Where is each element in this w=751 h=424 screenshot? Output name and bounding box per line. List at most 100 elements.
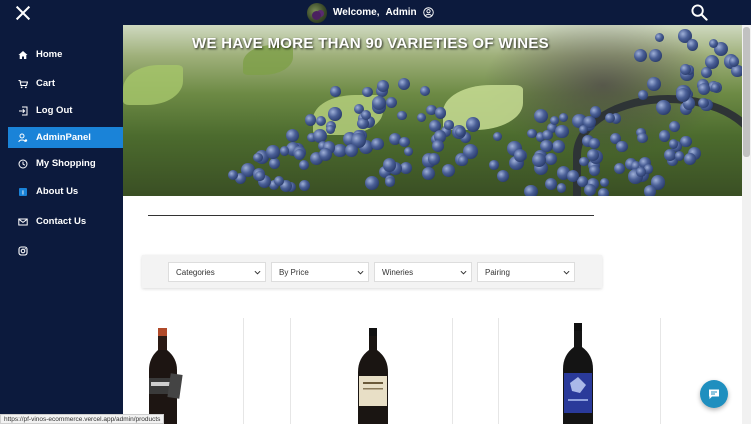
chevron-down-icon xyxy=(460,270,467,275)
product-image-wine-bottle[interactable] xyxy=(353,328,393,424)
user-name: Admin xyxy=(385,7,417,18)
categories-select[interactable]: Categories xyxy=(168,262,266,282)
grape-berry xyxy=(328,107,342,121)
grape-berry xyxy=(299,180,311,192)
grape-berry xyxy=(523,184,538,196)
grape-berry xyxy=(710,82,720,92)
sidebar-item-adminpanel[interactable]: AdminPanel xyxy=(8,127,123,148)
grape-berry xyxy=(616,140,628,153)
chevron-down-icon xyxy=(357,270,364,275)
search-icon[interactable] xyxy=(691,4,708,21)
close-icon[interactable] xyxy=(15,5,31,21)
wineries-select[interactable]: Wineries xyxy=(374,262,472,282)
hero-banner: WE HAVE MORE THAN 90 VARIETIES OF WINES xyxy=(123,25,742,196)
grape-berry xyxy=(431,139,444,152)
grape-berry xyxy=(417,113,427,123)
grape-berry xyxy=(708,38,718,48)
grape-berry xyxy=(698,82,711,95)
filter-bar: Categories By Price Wineries Pairing xyxy=(142,255,602,288)
sidebar-item-home[interactable]: Home xyxy=(8,44,123,65)
card-divider xyxy=(452,318,453,424)
grape-berry xyxy=(305,114,317,126)
grape-berry xyxy=(668,120,680,133)
brand: Welcome, Admin xyxy=(307,2,434,23)
grape-berry xyxy=(556,183,567,193)
grape-berry xyxy=(421,166,435,180)
sidebar-item-instagram[interactable] xyxy=(8,240,123,261)
price-select-label: By Price xyxy=(279,267,309,277)
page-scrollbar[interactable] xyxy=(742,25,751,424)
grape-berry xyxy=(655,100,671,116)
grape-berry xyxy=(488,160,499,171)
hero-title: WE HAVE MORE THAN 90 VARIETIES OF WINES xyxy=(191,35,549,52)
grape-berry xyxy=(360,109,371,120)
grape-berry xyxy=(674,151,685,161)
grape-berry xyxy=(428,153,440,165)
grape-berry xyxy=(532,153,547,167)
user-icon[interactable] xyxy=(422,7,434,18)
grape-berry xyxy=(597,188,609,196)
sidebar-item-contact-us[interactable]: Contact Us xyxy=(8,211,123,232)
top-navbar: Welcome, Admin xyxy=(0,0,751,25)
chat-button[interactable] xyxy=(700,380,728,408)
pairing-select[interactable]: Pairing xyxy=(477,262,575,282)
grape-berry xyxy=(371,137,384,151)
grape-berry xyxy=(318,147,332,162)
grape-berry xyxy=(493,132,503,142)
grape-berry xyxy=(636,166,646,177)
pairing-select-label: Pairing xyxy=(485,267,510,277)
grape-berry xyxy=(228,169,239,180)
sidebar-item-logout[interactable]: Log Out xyxy=(8,100,123,121)
wineries-select-label: Wineries xyxy=(382,267,414,277)
grape-berry xyxy=(643,184,657,196)
product-image-wine-bottle[interactable] xyxy=(143,328,185,424)
grape-berry xyxy=(399,137,410,148)
history-icon xyxy=(18,159,28,168)
grape-berry xyxy=(365,175,380,190)
grape-berry xyxy=(496,169,509,183)
grape-berry xyxy=(541,129,553,141)
sidebar-item-my-shopping[interactable]: My Shopping xyxy=(8,153,123,174)
grape-berry xyxy=(588,165,600,177)
grape-berry xyxy=(584,184,596,196)
grape-berry xyxy=(397,77,411,90)
grape-logo[interactable] xyxy=(307,2,327,23)
grape-berry xyxy=(253,152,263,162)
grape-berry xyxy=(397,110,407,120)
grape-berry xyxy=(637,132,648,144)
grape-berry xyxy=(384,177,395,188)
leaf-shape xyxy=(443,85,523,130)
sidebar-item-about-us[interactable]: i About Us xyxy=(8,181,123,202)
card-divider xyxy=(290,318,291,424)
grape-berry xyxy=(298,159,309,171)
grape-berry xyxy=(273,175,284,186)
product-grid xyxy=(123,318,742,424)
grape-berry xyxy=(286,128,300,142)
price-select[interactable]: By Price xyxy=(271,262,369,282)
grape-berry xyxy=(540,139,553,153)
grape-berry xyxy=(663,149,676,161)
sidebar-item-label: AdminPanel xyxy=(36,132,91,143)
grape-berry xyxy=(362,86,373,98)
logout-icon xyxy=(19,106,28,115)
chat-icon xyxy=(709,389,719,399)
grape-berry xyxy=(293,148,305,161)
grape-berry xyxy=(704,55,719,70)
instagram-icon xyxy=(18,245,28,256)
admin-icon xyxy=(18,133,28,142)
grape-berry xyxy=(420,85,431,96)
scrollbar-thumb[interactable] xyxy=(743,27,750,157)
grape-berry xyxy=(465,117,480,132)
section-divider xyxy=(148,215,594,216)
categories-select-label: Categories xyxy=(176,267,215,277)
grape-berry xyxy=(534,109,549,124)
grape-berry xyxy=(266,145,280,159)
grape-berry xyxy=(587,149,599,162)
sidebar-item-cart[interactable]: Cart xyxy=(8,73,123,94)
product-image-wine-bottle[interactable] xyxy=(558,323,598,424)
grape-berry xyxy=(552,140,566,154)
sidebar-item-label: Log Out xyxy=(36,105,73,116)
grape-berry xyxy=(728,56,740,67)
welcome-label: Welcome, xyxy=(333,7,380,18)
grape-berry xyxy=(588,137,600,150)
